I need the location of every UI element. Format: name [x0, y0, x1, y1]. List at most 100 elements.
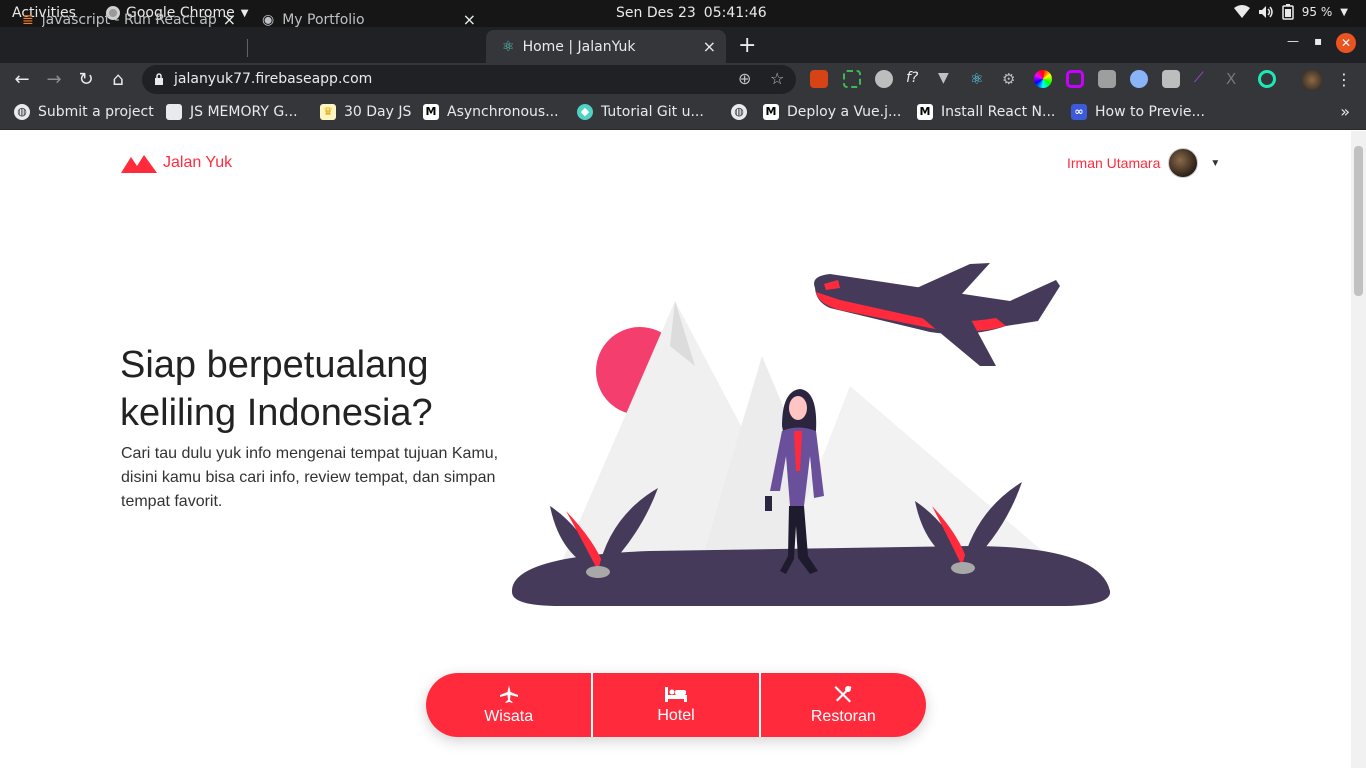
gear-icon[interactable]: ⚙	[1002, 70, 1020, 88]
globe-icon: ◍	[14, 104, 30, 120]
brand-logo[interactable]: Jalan Yuk	[121, 153, 232, 173]
react-icon: ⚛	[502, 38, 515, 55]
wifi-icon	[1233, 5, 1250, 18]
tab-title: javascript - Run React app	[41, 11, 217, 28]
bookmark-star-icon[interactable]: ☆	[770, 69, 784, 88]
more-menu-icon[interactable]: ⋮	[1336, 70, 1354, 89]
bookmark-item[interactable]: ∞ How to Previe...	[1071, 104, 1205, 120]
medium-icon: M	[763, 104, 779, 120]
back-button[interactable]: ←	[10, 68, 34, 92]
fx-icon[interactable]: f?	[906, 70, 924, 88]
react-icon[interactable]: ⚛	[970, 70, 988, 88]
bookmark-label: JS MEMORY G...	[190, 104, 298, 120]
camera-icon[interactable]	[1098, 70, 1116, 88]
scrollbar-thumb[interactable]	[1354, 146, 1363, 296]
time-label: 05:41:46	[703, 5, 767, 21]
extension-icon[interactable]	[1130, 70, 1148, 88]
person-face	[789, 396, 807, 420]
tab-title: Home | JalanYuk	[522, 38, 636, 55]
vue-icon[interactable]: ▼	[938, 70, 956, 88]
globe-icon: ◍	[731, 104, 747, 120]
category-wisata-button[interactable]: Wisata	[426, 673, 592, 737]
tab-separator	[247, 39, 248, 57]
forward-button[interactable]: →	[42, 68, 66, 92]
volume-icon	[1258, 6, 1273, 18]
bookmark-label: 30 Day JS	[344, 104, 412, 120]
phone-shape	[765, 496, 772, 511]
bookmark-item[interactable]: ♛ 30 Day JS	[320, 104, 411, 120]
pen-icon[interactable]: ⟋	[1194, 70, 1212, 88]
new-tab-button[interactable]: +	[738, 33, 756, 58]
system-tray[interactable]: 95 % ▼	[1233, 4, 1348, 20]
category-label: Restoran	[810, 708, 876, 725]
bookmark-item[interactable]: ◆ Tutorial Git u...	[577, 104, 704, 120]
profile-avatar[interactable]	[1302, 70, 1322, 90]
bookmark-label: Deploy a Vue.j...	[787, 104, 902, 120]
extension-icon[interactable]	[843, 70, 861, 88]
bookmark-label: Tutorial Git u...	[601, 104, 704, 120]
x-icon[interactable]: X	[1226, 70, 1244, 88]
close-icon[interactable]: ×	[223, 10, 236, 29]
tab-portfolio[interactable]: ◉ My Portfolio ×	[246, 3, 486, 36]
bookmark-item[interactable]: M Deploy a Vue.j...	[763, 104, 901, 120]
category-restoran-button[interactable]: Restoran	[758, 673, 926, 737]
airplane-icon	[499, 685, 518, 703]
tab-javascript[interactable]: ≣ javascript - Run React app ×	[6, 3, 246, 36]
close-icon[interactable]: ×	[703, 37, 716, 56]
bookmark-item[interactable]: JS MEMORY G...	[166, 104, 298, 120]
bookmark-item[interactable]: ◍ Submit a project	[14, 104, 154, 120]
power-menu-icon: ▼	[1340, 6, 1348, 18]
bookmark-label: Submit a project	[38, 104, 154, 120]
mountain-shape	[780, 386, 1060, 566]
minimize-button[interactable]: —	[1287, 34, 1299, 48]
web-page: Jalan Yuk Irman Utamara ▼ Siap berpetual…	[0, 131, 1351, 768]
stackoverflow-icon: ≣	[22, 11, 34, 28]
window-close-button[interactable]: ✕	[1336, 33, 1356, 53]
bookmark-label: How to Previe...	[1095, 104, 1205, 120]
utensils-icon	[834, 686, 852, 703]
category-bar: Wisata Hotel Restoran	[426, 673, 926, 737]
battery-icon	[1282, 4, 1294, 20]
travel-illustration	[511, 263, 1111, 606]
close-icon[interactable]: ×	[463, 10, 476, 29]
extension-icon[interactable]	[1066, 70, 1084, 88]
hero-description: Cari tau dulu yuk info mengenai tempat t…	[121, 445, 499, 510]
bookmark-item[interactable]: M Asynchronous...	[423, 104, 559, 120]
user-name: Irman Utamara	[1067, 155, 1161, 171]
address-bar[interactable]: jalanyuk77.firebaseapp.com ⊕ ☆	[142, 65, 796, 94]
crown-icon: ♛	[320, 104, 336, 120]
bookmark-item[interactable]: M Install React N...	[917, 104, 1055, 120]
extension-icon[interactable]	[810, 70, 828, 88]
bookmark-label: Asynchronous...	[447, 104, 559, 120]
page-scrollbar[interactable]	[1351, 131, 1366, 768]
extension-icon[interactable]	[1258, 70, 1276, 88]
home-button[interactable]: ⌂	[106, 68, 130, 92]
url-text: jalanyuk77.firebaseapp.com	[174, 71, 373, 87]
install-icon[interactable]: ⊕	[738, 69, 751, 88]
maximize-button[interactable]: ▪	[1314, 34, 1322, 48]
avatar	[1168, 148, 1199, 178]
category-label: Wisata	[484, 708, 534, 725]
bed-icon	[664, 687, 687, 702]
battery-percent: 95 %	[1301, 5, 1333, 19]
bookmarks-overflow-icon[interactable]: »	[1340, 102, 1350, 121]
bookmark-item[interactable]: ◍	[731, 104, 755, 120]
tab-jalanyuk[interactable]: ⚛ Home | JalanYuk ×	[486, 30, 726, 63]
hero-title: Siap berpetualang keliling Indonesia?	[120, 344, 433, 434]
clock[interactable]: Sen Des 23 05:41:46	[616, 5, 767, 21]
mountain-logo-icon	[121, 155, 157, 173]
color-picker-icon[interactable]	[1034, 70, 1052, 88]
user-menu[interactable]: Irman Utamara ▼	[1067, 148, 1220, 178]
caret-down-icon: ▼	[1210, 157, 1221, 169]
airplane-shape	[814, 263, 1060, 366]
chat-icon[interactable]	[1162, 70, 1180, 88]
category-hotel-button[interactable]: Hotel	[591, 673, 759, 737]
bookmarks-bar: ◍ Submit a project JS MEMORY G... ♛ 30 D…	[0, 96, 1366, 130]
floppy-icon	[166, 104, 182, 120]
infinity-icon: ∞	[1071, 104, 1087, 120]
reload-button[interactable]: ↻	[74, 68, 98, 92]
medium-icon: M	[423, 104, 439, 120]
extension-icon[interactable]	[875, 70, 893, 88]
globe-icon: ◉	[262, 11, 275, 28]
rock-shape	[951, 562, 975, 574]
